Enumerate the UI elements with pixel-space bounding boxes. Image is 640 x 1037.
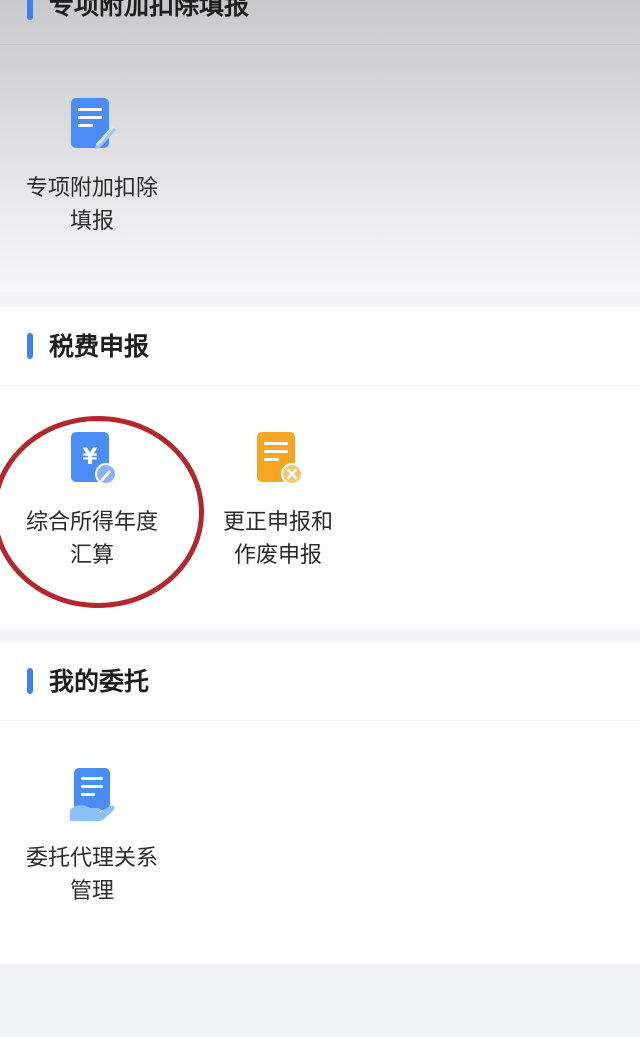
section-accent-bar — [27, 0, 33, 20]
section-header: 我的委托 — [0, 642, 640, 721]
tile-label: 综合所得年度 汇算 — [25, 510, 158, 568]
tile-label: 专项附加扣除 填报 — [25, 176, 158, 234]
section-my-delegation: 我的委托 委托代理关系 管理 — [0, 642, 640, 964]
section-special-deduction: 专项附加扣除填报 专项附加扣除 填报 — [0, 0, 640, 292]
app-page: 专项附加扣除填报 专项附加扣除 填报 税费申报 ¥ 综合所得年度 汇算 更正申报… — [0, 0, 640, 1037]
section-title: 我的委托 — [49, 667, 150, 696]
section-title: 专项附加扣除填报 — [49, 0, 250, 20]
document-edit-icon — [71, 98, 116, 149]
tile-label: 委托代理关系 管理 — [25, 846, 158, 904]
tile-label: 更正申报和 作废申报 — [222, 510, 333, 568]
svg-text:¥: ¥ — [82, 445, 98, 470]
document-cancel-icon — [257, 432, 302, 485]
section-accent-bar — [27, 668, 33, 694]
section-header: 税费申报 — [0, 307, 640, 386]
yuan-document-icon: ¥ — [71, 432, 116, 485]
section-header: 专项附加扣除填报 — [0, 0, 640, 45]
section-title: 税费申报 — [49, 332, 150, 361]
document-hand-icon — [70, 768, 115, 821]
section-accent-bar — [27, 333, 33, 359]
section-tax-declaration: 税费申报 ¥ 综合所得年度 汇算 更正申报和 作废申报 — [0, 307, 640, 629]
